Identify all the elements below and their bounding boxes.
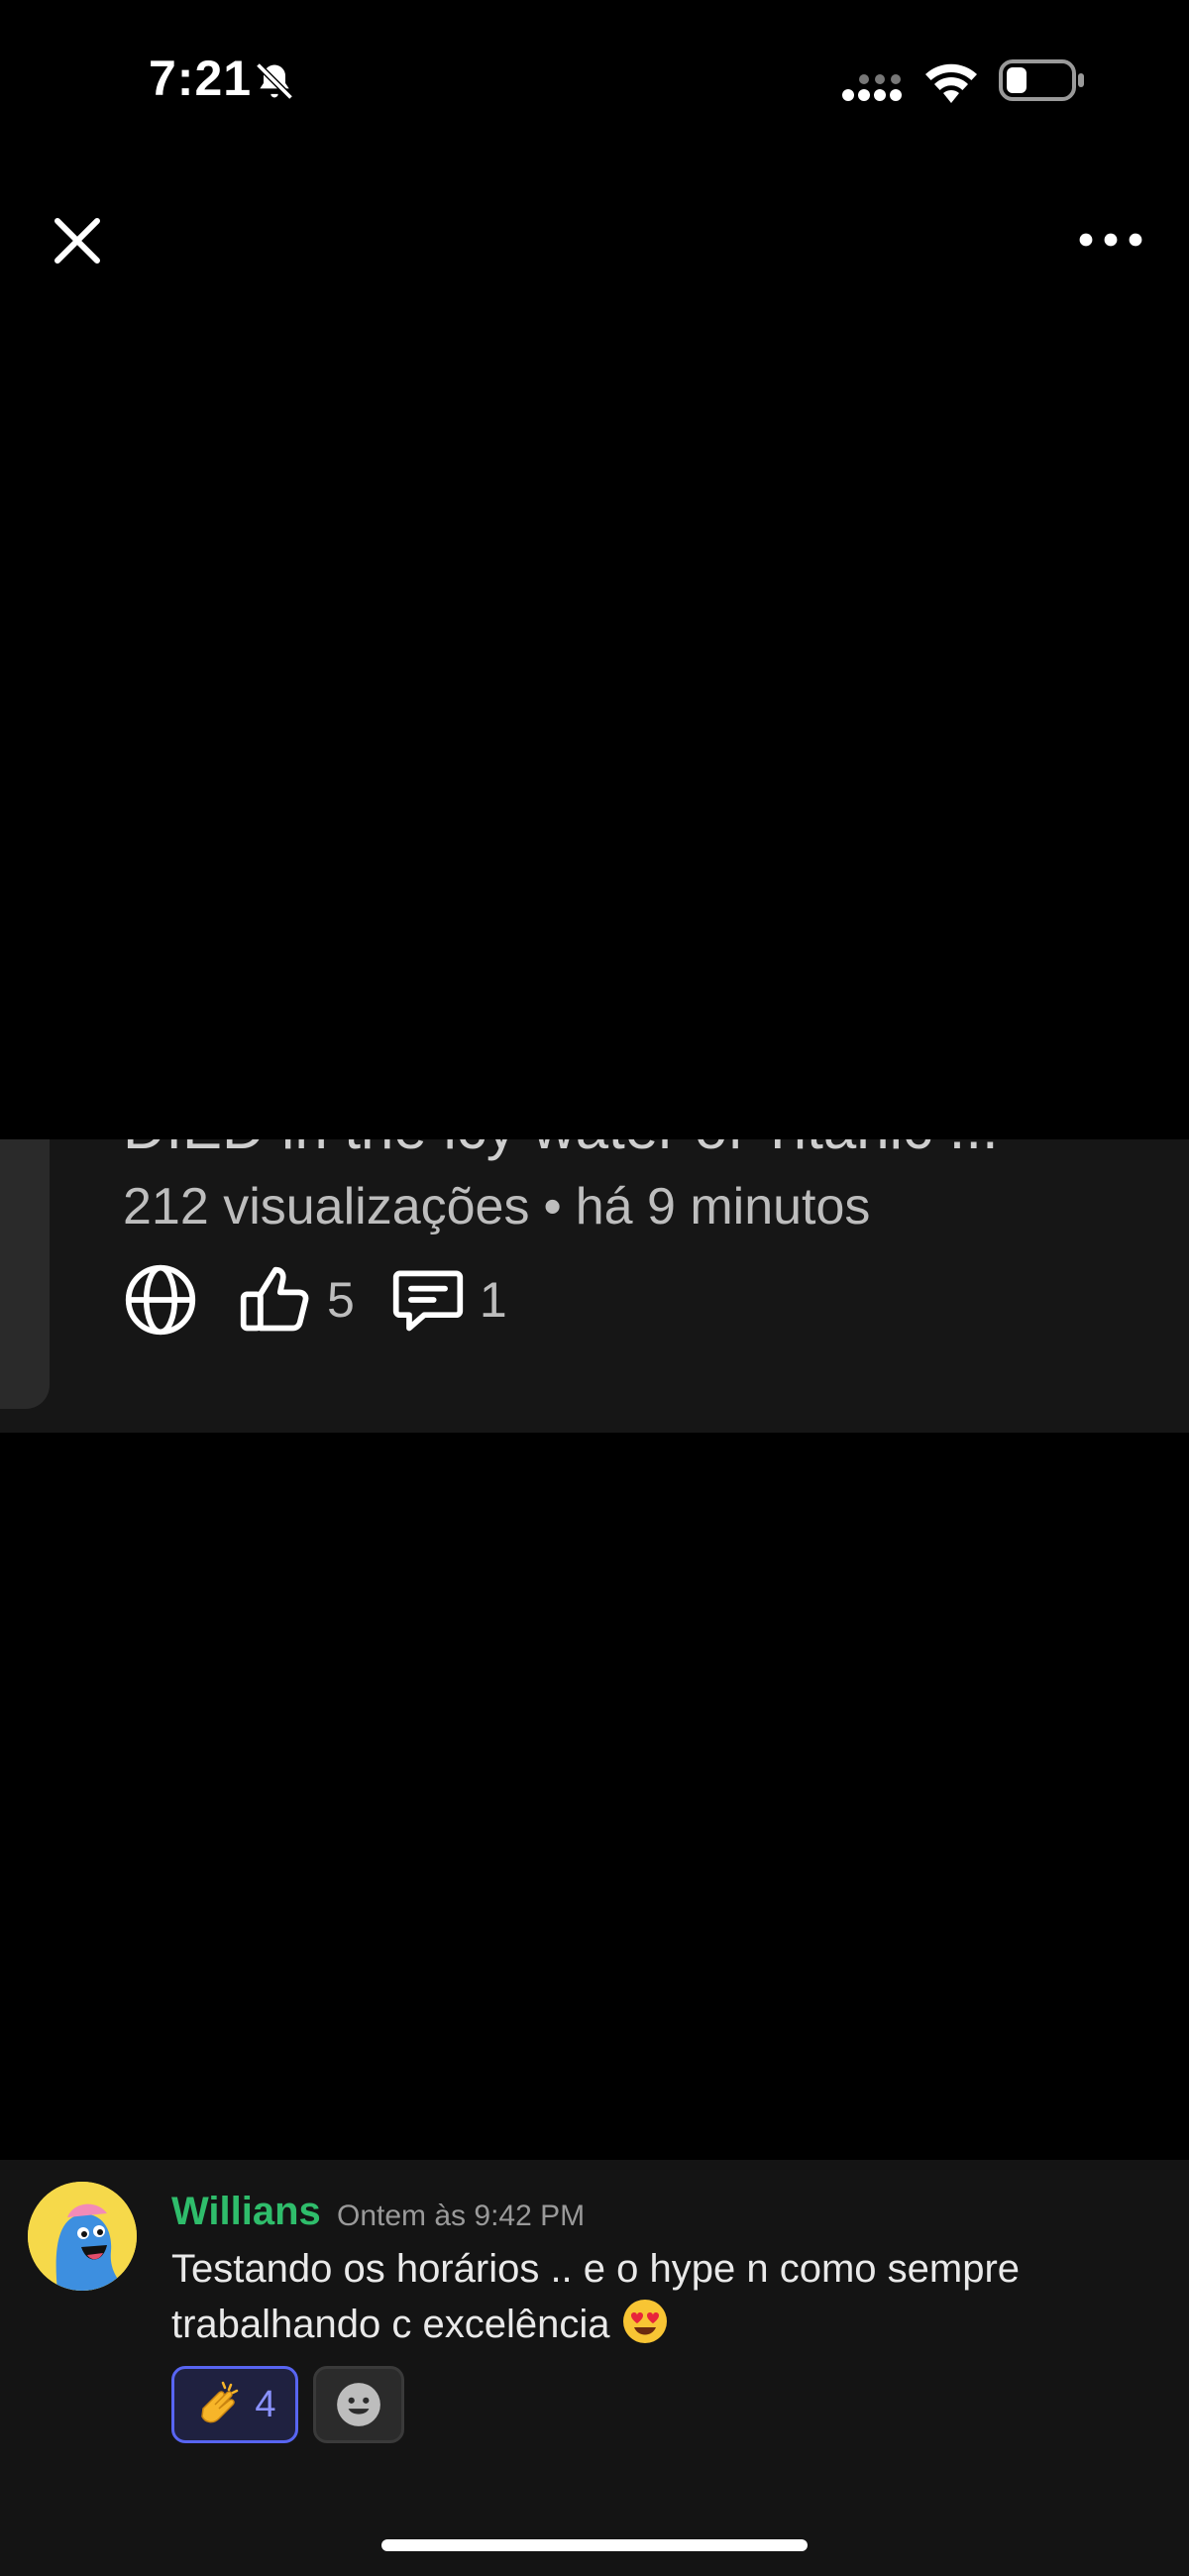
status-time: 7:21 [149, 51, 253, 106]
like-count: 5 [327, 1272, 355, 1328]
time-ago: há 9 minutos [575, 1178, 871, 1235]
close-button[interactable] [50, 213, 105, 268]
avatar[interactable] [28, 2182, 137, 2291]
thumbs-up-icon[interactable] [238, 1262, 313, 1338]
bell-muted-icon [256, 62, 293, 100]
comment-count: 1 [479, 1272, 507, 1328]
message-timestamp: Ontem às 9:42 PM [337, 2200, 586, 2232]
view-count: 212 visualizações [123, 1178, 530, 1235]
message-author[interactable]: Willians [171, 2190, 321, 2234]
status-bar: 7:21 [0, 0, 1189, 159]
comment-icon[interactable] [390, 1262, 466, 1338]
globe-icon[interactable] [123, 1262, 198, 1338]
add-reaction-button[interactable] [313, 2366, 404, 2443]
smiley-icon [337, 2383, 380, 2426]
home-indicator [381, 2539, 808, 2551]
video-thumbnail[interactable] [0, 1139, 50, 1409]
avatar-mascot-icon [28, 2182, 137, 2291]
video-stats: 212 visualizações • há 9 minutos [123, 1177, 870, 1236]
video-actions: 5 1 [123, 1260, 543, 1340]
clapping-hands-icon [201, 2381, 239, 2423]
message-text-block: Testando os horários .. e o hype n como … [171, 2241, 1142, 2352]
more-options-button[interactable] [1078, 223, 1143, 257]
video-embed-card[interactable]: DIED in the icy water of Titanic ... 212… [0, 1139, 1189, 1433]
heart-eyes-emoji-icon [622, 2300, 667, 2343]
battery-icon [999, 59, 1084, 101]
video-title: DIED in the icy water of Titanic ... [123, 1139, 999, 1162]
reaction-clap[interactable]: 4 [171, 2366, 298, 2443]
chat-message[interactable]: Willians Ontem às 9:42 PM Testando os ho… [0, 2160, 1189, 2576]
cellular-signal-icon [842, 74, 902, 101]
message-text: Testando os horários .. e o hype n como … [171, 2247, 1021, 2346]
wifi-icon [925, 63, 977, 103]
reaction-count: 4 [255, 2383, 276, 2425]
separator: • [543, 1178, 562, 1235]
